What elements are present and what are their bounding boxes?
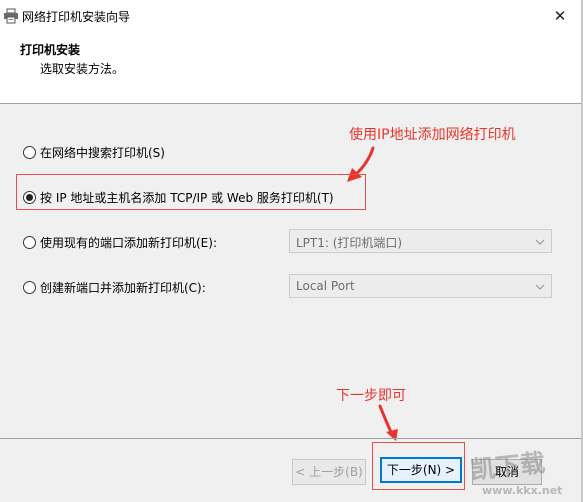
option-existing-port-label: 使用现有的端口添加新打印机(E): (40, 236, 217, 250)
back-button[interactable]: < 上一步(B) (292, 459, 366, 485)
radio-search-network[interactable] (23, 146, 36, 159)
option-create-port-label: 创建新端口并添加新打印机(C): (40, 281, 206, 295)
radio-existing-port[interactable] (23, 236, 36, 249)
annotation-arrow-icon (378, 404, 398, 441)
page-title: 打印机安装 (20, 43, 81, 57)
watermark-url: www.kkx.net (482, 484, 563, 497)
footer-divider (0, 438, 581, 439)
annotation-next-step: 下一步即可 (336, 388, 406, 404)
option-search-network[interactable]: 在网络中搜索打印机(S) (23, 144, 165, 161)
title-bar: 网络打印机安装向导 ✕ (0, 0, 583, 32)
new-port-select[interactable]: Local Port (289, 274, 552, 298)
chevron-down-icon (535, 239, 545, 245)
option-existing-port[interactable]: 使用现有的端口添加新打印机(E): (23, 234, 217, 251)
option-create-port[interactable]: 创建新端口并添加新打印机(C): (23, 279, 206, 296)
cancel-button[interactable]: 取消 (472, 459, 542, 485)
printer-icon (4, 8, 18, 24)
highlight-box-option (16, 174, 366, 210)
window-title: 网络打印机安装向导 (22, 10, 131, 24)
page-subtitle: 选取安装方法。 (40, 62, 125, 76)
highlight-box-next (372, 442, 465, 490)
header-divider (0, 103, 581, 104)
existing-port-select[interactable]: LPT1: (打印机端口) (289, 229, 552, 253)
chevron-down-icon (535, 284, 545, 290)
option-search-network-label: 在网络中搜索打印机(S) (40, 146, 165, 160)
wizard-header: 打印机安装 选取安装方法。 (0, 32, 583, 103)
close-button[interactable]: ✕ (547, 4, 573, 28)
radio-create-port[interactable] (23, 281, 36, 294)
existing-port-value: LPT1: (打印机端口) (296, 236, 403, 250)
annotation-use-ip: 使用IP地址添加网络打印机 (349, 127, 516, 143)
new-port-value: Local Port (296, 279, 355, 293)
